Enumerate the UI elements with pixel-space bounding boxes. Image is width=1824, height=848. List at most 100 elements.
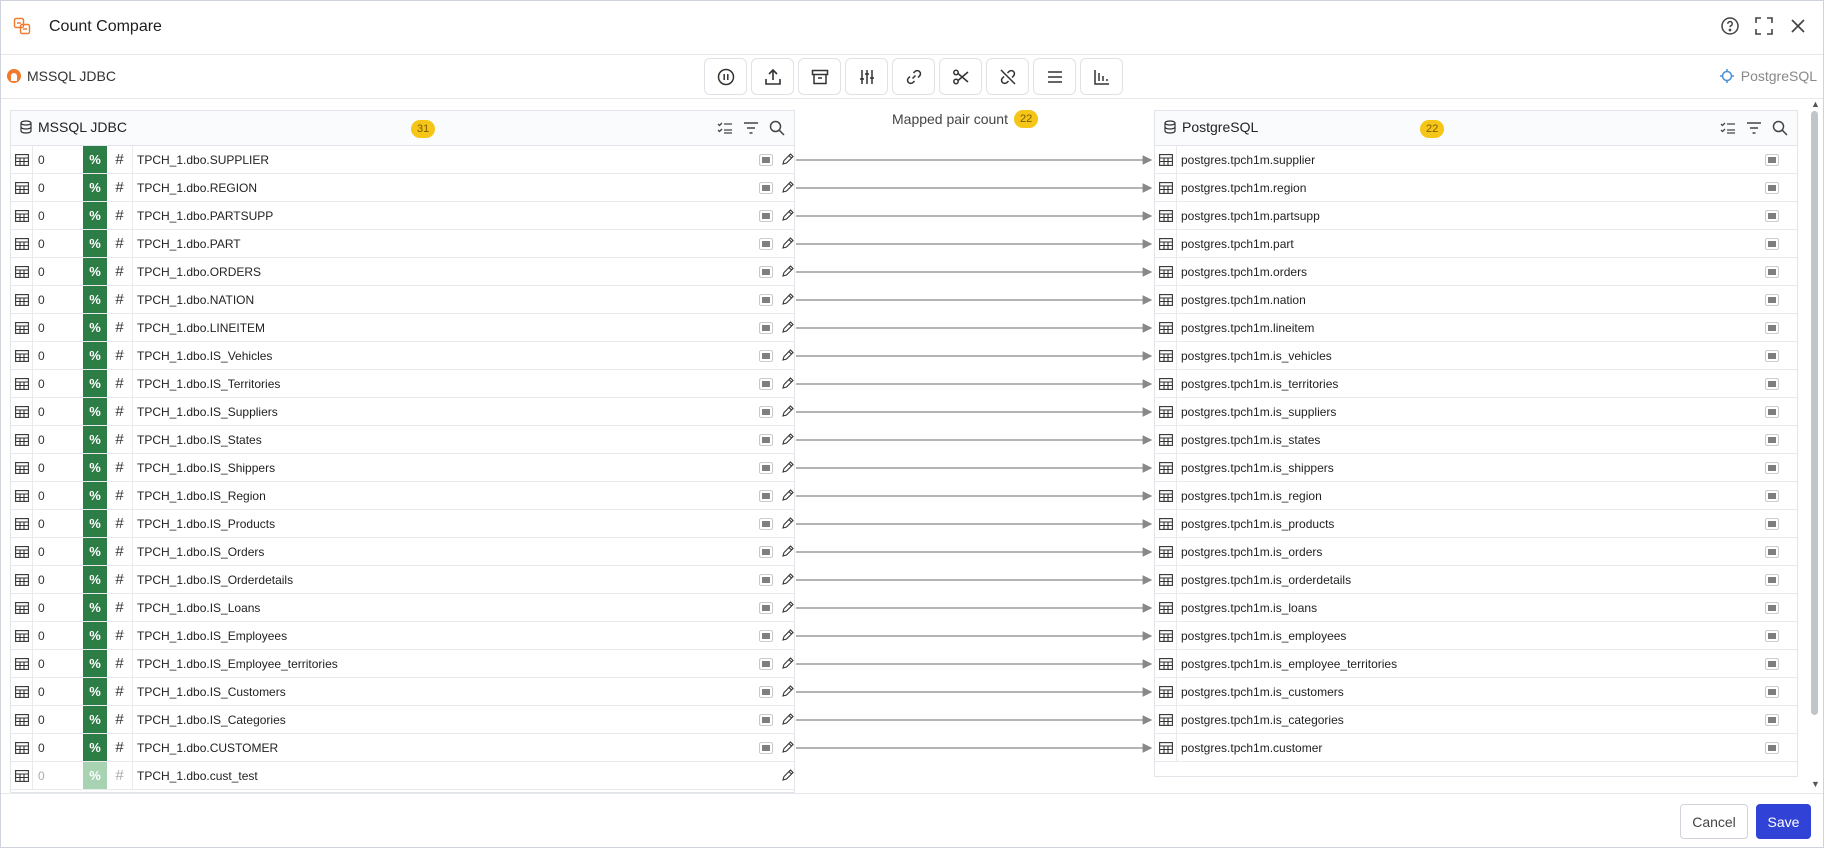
hash-icon[interactable]: # — [107, 566, 133, 593]
row-menu-icon[interactable] — [1763, 426, 1781, 453]
filter-icon[interactable] — [1745, 119, 1763, 137]
hash-icon[interactable]: # — [107, 538, 133, 565]
row-menu-icon[interactable] — [1763, 146, 1781, 173]
edit-icon[interactable] — [779, 594, 794, 621]
percent-badge[interactable]: % — [83, 426, 107, 453]
edit-icon[interactable] — [779, 258, 794, 285]
hash-icon[interactable]: # — [107, 398, 133, 425]
percent-badge[interactable]: % — [83, 286, 107, 313]
row-menu-icon[interactable] — [757, 454, 775, 481]
row-menu-icon[interactable] — [1763, 258, 1781, 285]
source-table-row[interactable]: 0% # TPCH_1.dbo.IS_States — [11, 426, 794, 454]
target-table-row[interactable]: postgres.tpch1m.customer — [1155, 734, 1797, 762]
hash-icon[interactable]: # — [107, 510, 133, 537]
percent-badge[interactable]: % — [83, 678, 107, 705]
hash-icon[interactable]: # — [107, 314, 133, 341]
row-menu-icon[interactable] — [1763, 622, 1781, 649]
cancel-button[interactable]: Cancel — [1680, 804, 1748, 839]
edit-icon[interactable] — [779, 510, 794, 537]
target-table-row[interactable]: postgres.tpch1m.is_territories — [1155, 370, 1797, 398]
search-icon[interactable] — [768, 119, 786, 137]
link-button[interactable] — [892, 58, 935, 95]
hash-icon[interactable]: # — [107, 258, 133, 285]
target-table-row[interactable]: postgres.tpch1m.part — [1155, 230, 1797, 258]
save-button[interactable]: Save — [1756, 804, 1811, 839]
row-menu-icon[interactable] — [757, 482, 775, 509]
row-menu-icon[interactable] — [757, 706, 775, 733]
edit-icon[interactable] — [779, 762, 794, 789]
percent-badge[interactable]: % — [83, 398, 107, 425]
close-icon[interactable] — [1787, 15, 1809, 37]
row-menu-icon[interactable] — [1763, 594, 1781, 621]
source-table-row[interactable]: 0% # TPCH_1.dbo.IS_Employee_territories — [11, 650, 794, 678]
edit-icon[interactable] — [779, 342, 794, 369]
row-menu-icon[interactable] — [757, 286, 775, 313]
edit-icon[interactable] — [779, 398, 794, 425]
edit-icon[interactable] — [779, 314, 794, 341]
percent-badge[interactable]: % — [83, 482, 107, 509]
row-menu-icon[interactable] — [1763, 454, 1781, 481]
hash-icon[interactable]: # — [107, 286, 133, 313]
source-table-row[interactable]: 0% # TPCH_1.dbo.IS_Loans — [11, 594, 794, 622]
edit-icon[interactable] — [779, 370, 794, 397]
target-table-row[interactable]: postgres.tpch1m.is_orders — [1155, 538, 1797, 566]
percent-badge[interactable]: % — [83, 342, 107, 369]
percent-badge[interactable]: % — [83, 650, 107, 677]
percent-badge[interactable]: % — [83, 314, 107, 341]
row-menu-icon[interactable] — [757, 622, 775, 649]
hash-icon[interactable]: # — [107, 762, 133, 789]
pause-button[interactable] — [704, 58, 747, 95]
target-table-row[interactable]: postgres.tpch1m.is_loans — [1155, 594, 1797, 622]
edit-icon[interactable] — [779, 538, 794, 565]
target-table-row[interactable]: postgres.tpch1m.is_products — [1155, 510, 1797, 538]
row-menu-icon[interactable] — [757, 230, 775, 257]
percent-badge[interactable]: % — [83, 538, 107, 565]
row-menu-icon[interactable] — [757, 650, 775, 677]
source-table-row[interactable]: 0% # TPCH_1.dbo.IS_Vehicles — [11, 342, 794, 370]
percent-badge[interactable]: % — [83, 566, 107, 593]
hash-icon[interactable]: # — [107, 650, 133, 677]
chart-button[interactable] — [1080, 58, 1123, 95]
hash-icon[interactable]: # — [107, 230, 133, 257]
edit-icon[interactable] — [779, 678, 794, 705]
row-menu-icon[interactable] — [757, 678, 775, 705]
row-menu-icon[interactable] — [757, 426, 775, 453]
target-table-row[interactable]: postgres.tpch1m.orders — [1155, 258, 1797, 286]
row-menu-icon[interactable] — [1763, 314, 1781, 341]
target-table-row[interactable]: postgres.tpch1m.supplier — [1155, 146, 1797, 174]
checklist-icon[interactable] — [716, 119, 734, 137]
edit-icon[interactable] — [779, 566, 794, 593]
row-menu-icon[interactable] — [1763, 650, 1781, 677]
unlink-button[interactable] — [986, 58, 1029, 95]
target-table-row[interactable]: postgres.tpch1m.is_region — [1155, 482, 1797, 510]
row-menu-icon[interactable] — [757, 398, 775, 425]
hash-icon[interactable]: # — [107, 454, 133, 481]
source-table-row[interactable]: 0% # TPCH_1.dbo.IS_Territories — [11, 370, 794, 398]
percent-badge[interactable]: % — [83, 230, 107, 257]
source-table-row[interactable]: 0% # TPCH_1.dbo.CUSTOMER — [11, 734, 794, 762]
row-menu-icon[interactable] — [1763, 706, 1781, 733]
percent-badge[interactable]: % — [83, 734, 107, 761]
percent-badge[interactable]: % — [83, 706, 107, 733]
checklist-icon[interactable] — [1719, 119, 1737, 137]
hash-icon[interactable]: # — [107, 678, 133, 705]
source-table-row[interactable]: 0% # TPCH_1.dbo.IS_Orderdetails — [11, 566, 794, 594]
search-icon[interactable] — [1771, 119, 1789, 137]
edit-icon[interactable] — [779, 230, 794, 257]
row-menu-icon[interactable] — [1763, 566, 1781, 593]
source-table-row[interactable]: 0% # TPCH_1.dbo.SUPPLIER — [11, 146, 794, 174]
target-table-row[interactable]: postgres.tpch1m.is_orderdetails — [1155, 566, 1797, 594]
hash-icon[interactable]: # — [107, 202, 133, 229]
source-table-row[interactable]: 0% # TPCH_1.dbo.PARTSUPP — [11, 202, 794, 230]
row-menu-icon[interactable] — [757, 370, 775, 397]
row-menu-icon[interactable] — [1763, 734, 1781, 761]
row-menu-icon[interactable] — [757, 734, 775, 761]
row-menu-icon[interactable] — [1763, 510, 1781, 537]
source-table-row[interactable]: 0% # TPCH_1.dbo.LINEITEM — [11, 314, 794, 342]
row-menu-icon[interactable] — [757, 314, 775, 341]
row-menu-icon[interactable] — [757, 566, 775, 593]
hash-icon[interactable]: # — [107, 370, 133, 397]
source-table-row[interactable]: 0% # TPCH_1.dbo.IS_Shippers — [11, 454, 794, 482]
cut-button[interactable] — [939, 58, 982, 95]
hash-icon[interactable]: # — [107, 146, 133, 173]
